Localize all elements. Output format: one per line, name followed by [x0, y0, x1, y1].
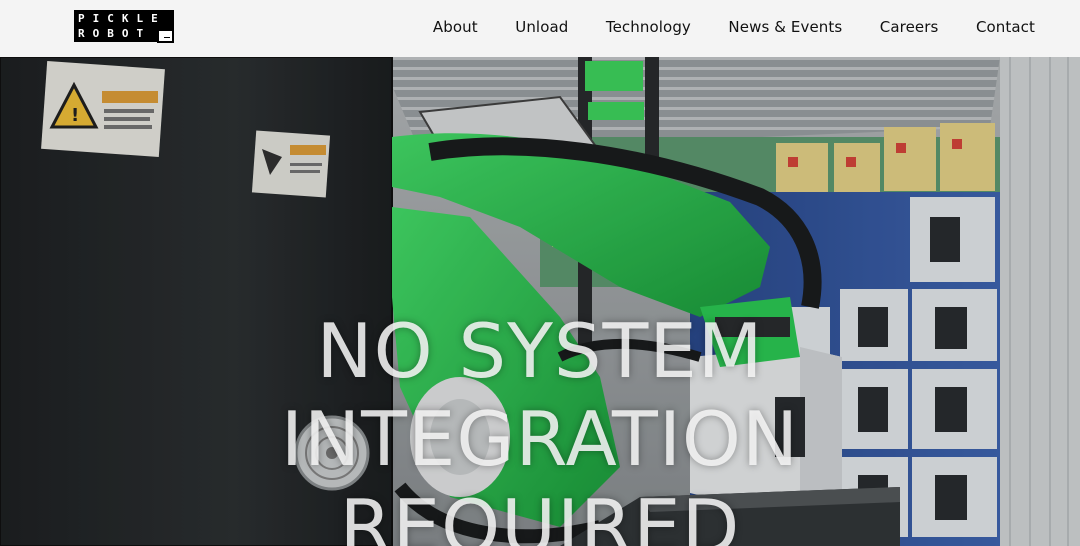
nav-careers[interactable]: Careers [880, 18, 939, 36]
logo-line-1: PICKLE [78, 12, 166, 25]
nav-contact[interactable]: Contact [976, 18, 1035, 36]
nav-unload[interactable]: Unload [515, 18, 568, 36]
headline-line-2: INTEGRATION [280, 395, 800, 483]
hero-headline: NO SYSTEM INTEGRATION REQUIRED [0, 307, 1080, 546]
headline-line-1: NO SYSTEM [316, 307, 764, 395]
hero-section: ! NO SYSTEM INTEGRATION REQUIRED [0, 57, 1080, 546]
site-header: PICKLE ROBOT About Unload Technology New… [0, 0, 1080, 57]
nav-news-events[interactable]: News & Events [728, 18, 842, 36]
pickle-robot-logo[interactable]: PICKLE ROBOT [74, 10, 177, 45]
logo-mark-icon [157, 29, 174, 43]
headline-line-3: REQUIRED [339, 483, 741, 546]
main-nav: About Unload Technology News & Events Ca… [433, 18, 1035, 36]
nav-technology[interactable]: Technology [606, 18, 691, 36]
nav-about[interactable]: About [433, 18, 478, 36]
